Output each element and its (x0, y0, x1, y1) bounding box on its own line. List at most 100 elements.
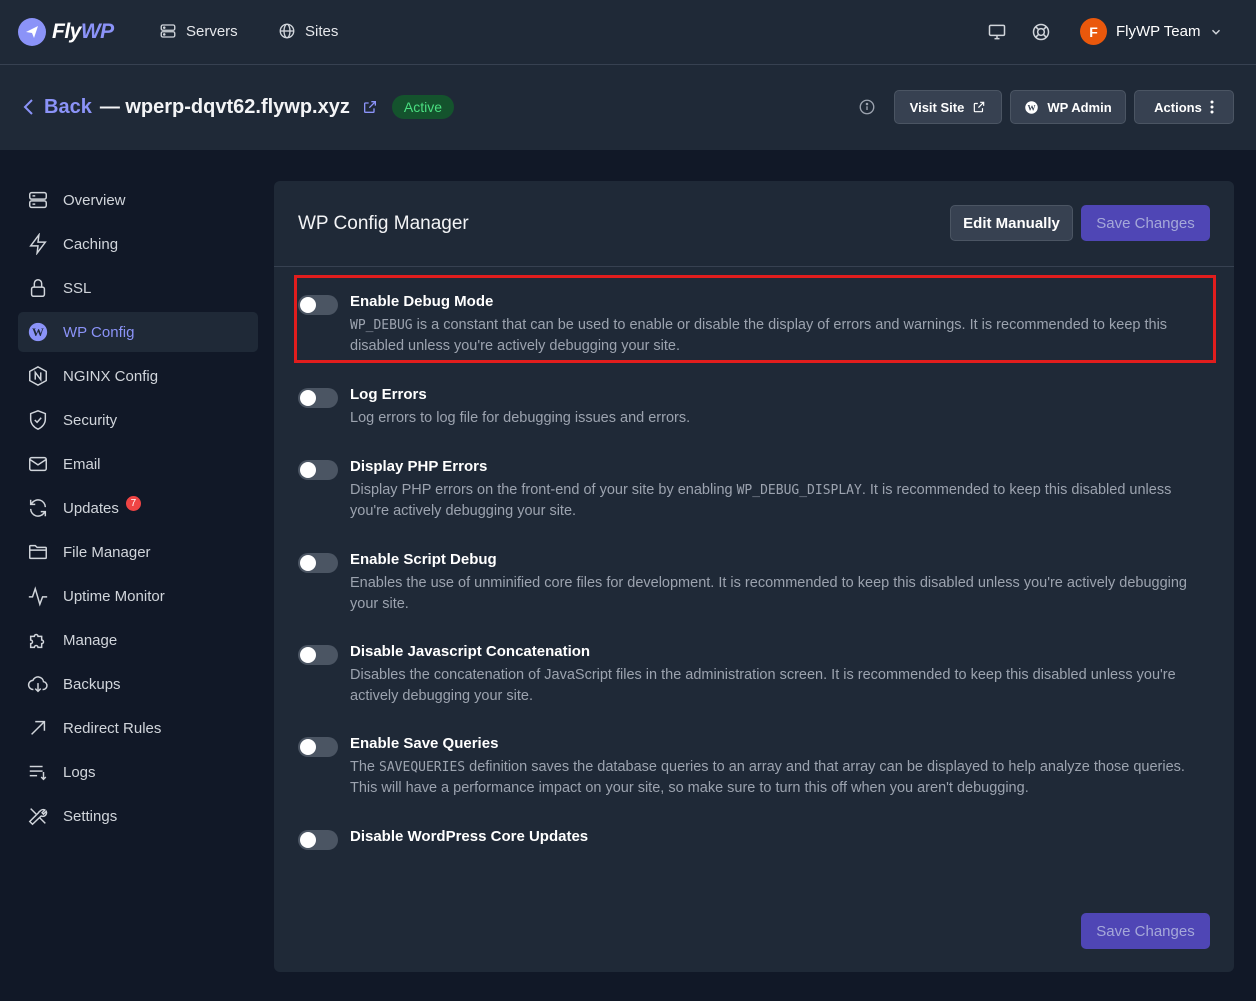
sidebar-item-label: NGINX Config (63, 367, 159, 385)
puzzle-icon (29, 633, 45, 649)
option-description: Display PHP errors on the front-end of y… (350, 482, 1172, 519)
sidebar-item-backups[interactable]: Backups (18, 664, 258, 704)
toggle-disable-core-updates[interactable] (298, 830, 338, 850)
breadcrumb: Back — wperp-dqvt62.flywp.xyz Active (22, 95, 454, 119)
svg-text:W: W (32, 325, 44, 339)
sidebar-item-uptime-monitor[interactable]: Uptime Monitor (18, 576, 258, 616)
edit-manually-button[interactable]: Edit Manually (950, 205, 1073, 241)
sidebar-item-label: Caching (63, 235, 119, 253)
toggle-log-errors[interactable] (298, 388, 338, 408)
sidebar-item-file-manager[interactable]: File Manager (18, 532, 258, 572)
save-changes-button[interactable]: Save Changes (1081, 205, 1210, 241)
team-name: FlyWP Team (1116, 23, 1201, 40)
option-title: Log Errors (350, 386, 427, 403)
list-icon (29, 765, 47, 781)
page-title: WP Config Manager (298, 213, 469, 234)
chevron-left-icon[interactable] (22, 98, 36, 116)
nav-sites-label: Sites (305, 22, 339, 40)
tools-icon (28, 808, 48, 826)
sidebar-item-label: Logs (63, 763, 96, 781)
visit-site-button[interactable]: Visit Site (894, 90, 1002, 124)
status-badge: Active (391, 95, 454, 119)
nav-servers[interactable]: Servers (159, 22, 238, 40)
sidebar-item-email[interactable]: Email (18, 444, 258, 484)
lock-icon (30, 279, 46, 297)
shield-icon (29, 410, 47, 430)
sidebar-item-redirect-rules[interactable]: Redirect Rules (18, 708, 258, 748)
flywp-logo[interactable]: FlyWP (18, 18, 114, 46)
option-description: Enables the use of unminified core files… (350, 575, 1187, 612)
toggle-display-php-errors[interactable] (298, 460, 338, 480)
sidebar-item-updates[interactable]: Updates 7 (18, 488, 258, 528)
avatar: F (1080, 18, 1107, 45)
code-constant: SAVEQUERIES (379, 760, 466, 775)
sidebar-item-label: Backups (63, 675, 121, 693)
nginx-icon (29, 365, 47, 387)
sidebar-item-settings[interactable]: Settings (18, 796, 258, 836)
option-title: Disable Javascript Concatenation (350, 643, 591, 660)
sidebar-item-label: Security (63, 411, 118, 429)
sidebar-item-label: Uptime Monitor (63, 587, 165, 605)
nav-sites[interactable]: Sites (278, 22, 338, 40)
sidebar-item-nginx-config[interactable]: NGINX Config (18, 356, 258, 396)
toggle-enable-save-queries[interactable] (298, 737, 338, 757)
wp-admin-label: WP Admin (1047, 99, 1112, 115)
sidebar-item-overview[interactable]: Overview (18, 180, 258, 220)
sidebar-item-label: Email (63, 455, 101, 473)
sidebar-item-label: Settings (63, 807, 118, 825)
actions-button[interactable]: Actions (1134, 90, 1234, 124)
flywp-logo-icon (18, 18, 46, 46)
option-title: Enable Debug Mode (350, 293, 494, 310)
external-link-icon[interactable] (362, 99, 378, 115)
wp-admin-button[interactable]: W WP Admin (1010, 90, 1126, 124)
sidebar-item-logs[interactable]: Logs (18, 752, 258, 792)
team-menu[interactable]: F FlyWP Team (1080, 18, 1223, 45)
server-icon (29, 191, 47, 209)
cloud-download-icon (27, 676, 48, 693)
sidebar-item-ssl[interactable]: SSL (18, 268, 258, 308)
refresh-icon (29, 499, 47, 517)
toggle-enable-script-debug[interactable] (298, 553, 338, 573)
sidebar-item-label: SSL (63, 279, 92, 297)
sidebar: Overview Caching SSL W WP Config NGINX C… (18, 180, 258, 840)
svg-text:W: W (1028, 103, 1036, 112)
arrow-up-right-icon (31, 720, 46, 735)
server-icon (160, 24, 176, 38)
site-header: Back — wperp-dqvt62.flywp.xyz Active Vis… (0, 65, 1256, 150)
lifebuoy-icon[interactable] (1030, 21, 1052, 43)
pulse-icon (28, 586, 48, 607)
nav-servers-label: Servers (186, 22, 238, 40)
save-changes-button-bottom[interactable]: Save Changes (1081, 913, 1210, 949)
divider (274, 266, 1234, 267)
chevron-down-icon (1212, 29, 1221, 35)
actions-label: Actions (1154, 99, 1202, 115)
info-icon[interactable] (858, 98, 876, 116)
sidebar-item-label: Updates (63, 499, 119, 517)
updates-count-badge: 7 (125, 495, 141, 511)
option-title: Disable WordPress Core Updates (350, 828, 589, 845)
option-description: Log errors to log file for debugging iss… (350, 410, 691, 426)
toggle-enable-debug-mode[interactable] (298, 295, 338, 315)
sidebar-item-label: Manage (63, 631, 118, 649)
bolt-icon (29, 233, 47, 255)
option-title: Display PHP Errors (350, 458, 488, 475)
sidebar-item-security[interactable]: Security (18, 400, 258, 440)
option-description: Disables the concatenation of JavaScript… (350, 667, 1176, 704)
top-navbar: FlyWP Servers Sites F FlyWP Team (0, 0, 1256, 65)
back-link[interactable]: Back (44, 96, 92, 119)
toggle-disable-js-concatenation[interactable] (298, 645, 338, 665)
sidebar-item-wp-config[interactable]: W WP Config (18, 312, 258, 352)
globe-icon (279, 23, 295, 39)
option-description: WP_DEBUG is a constant that can be used … (350, 317, 1168, 354)
option-description: The SAVEQUERIES definition saves the dat… (350, 759, 1185, 796)
sidebar-item-caching[interactable]: Caching (18, 224, 258, 264)
folder-icon (29, 544, 47, 560)
option-title: Enable Script Debug (350, 551, 497, 568)
sidebar-item-manage[interactable]: Manage (18, 620, 258, 660)
visit-site-label: Visit Site (909, 99, 965, 115)
option-title: Enable Save Queries (350, 735, 499, 752)
wordpress-icon: W (1025, 100, 1039, 114)
sidebar-item-label: Redirect Rules (63, 719, 162, 737)
wp-config-panel: WP Config Manager Edit Manually Save Cha… (274, 181, 1234, 972)
monitor-icon[interactable] (986, 21, 1008, 43)
